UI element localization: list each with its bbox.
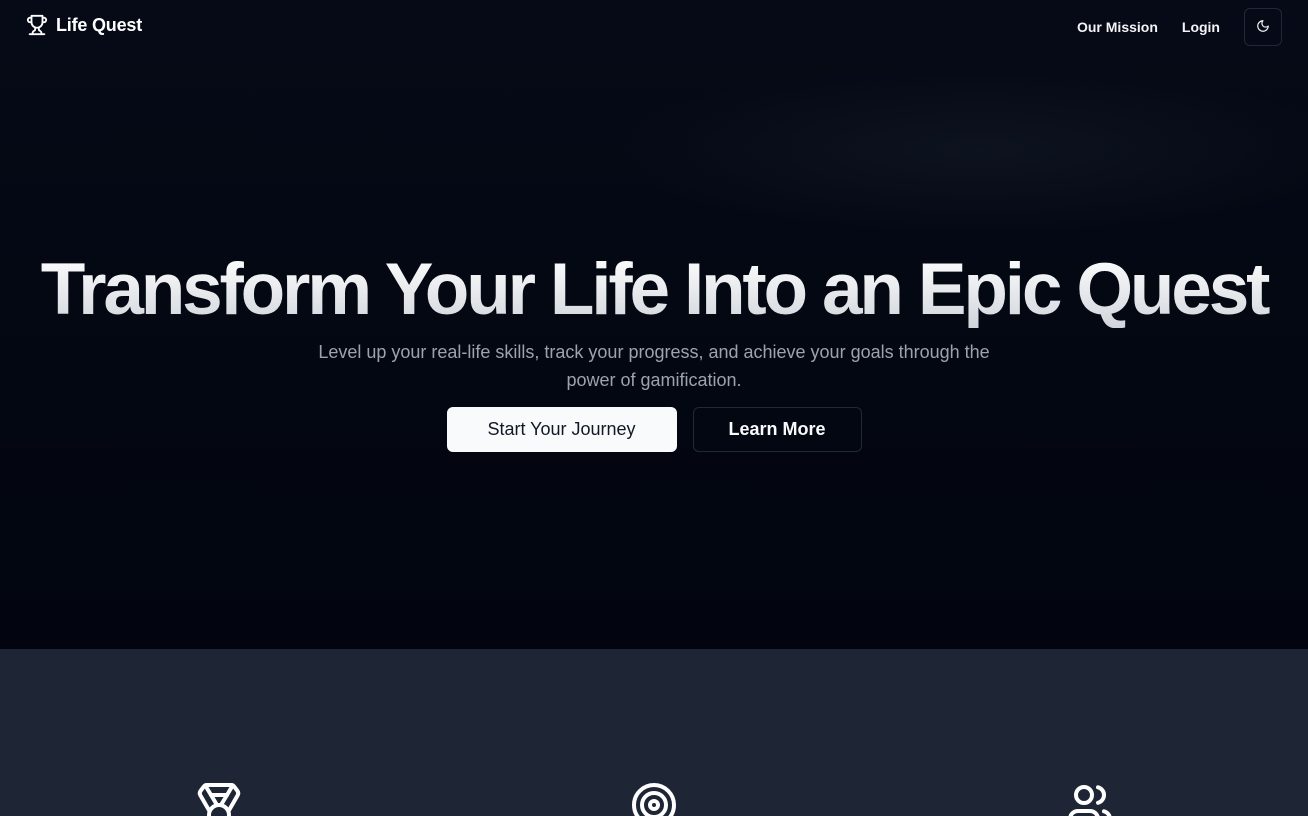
hero-section: Life Quest Our Mission Login Transform Y…: [0, 0, 1308, 649]
nav-links: Our Mission Login: [1077, 8, 1282, 46]
landing-page: Life Quest Our Mission Login Transform Y…: [0, 0, 1308, 816]
learn-more-button[interactable]: Learn More: [692, 407, 862, 452]
features-section: [0, 649, 1308, 816]
hero-cta-group: Start Your Journey Learn More: [0, 407, 1308, 452]
target-icon: [630, 781, 678, 816]
nav-link-our-mission[interactable]: Our Mission: [1077, 19, 1158, 35]
theme-toggle-button[interactable]: [1244, 8, 1282, 46]
start-journey-button[interactable]: Start Your Journey: [446, 407, 677, 452]
brand-name: Life Quest: [56, 14, 143, 35]
nav-link-login[interactable]: Login: [1182, 19, 1220, 35]
moon-icon: [1256, 19, 1270, 36]
medal-icon: [195, 781, 243, 816]
trophy-icon: [26, 14, 48, 36]
brand-logo-link[interactable]: Life Quest: [26, 14, 142, 36]
hero-title: Transform Your Life Into an Epic Quest: [0, 252, 1308, 328]
users-icon: [1066, 781, 1114, 816]
top-nav: Life Quest Our Mission Login: [0, 0, 1308, 56]
hero-subtitle: Level up your real-life skills, track yo…: [318, 342, 990, 390]
